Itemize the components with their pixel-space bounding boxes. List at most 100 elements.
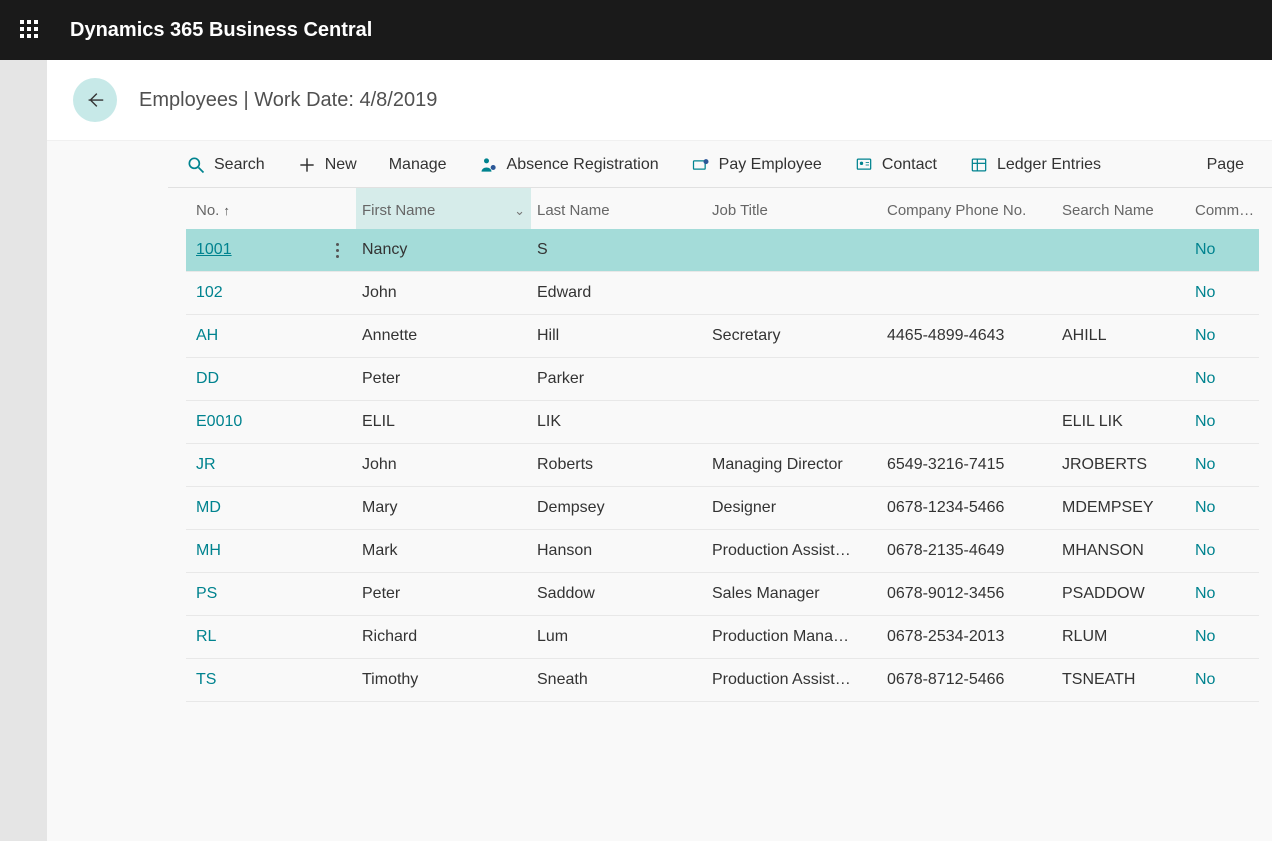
cell-last-name: S [531, 229, 706, 272]
cell-phone: 0678-2534-2013 [881, 616, 1056, 659]
cell-search-name: JROBERTS [1056, 444, 1189, 487]
content-area: Search New Manage Absence Registration P… [47, 140, 1272, 841]
app-launcher-icon[interactable] [20, 20, 40, 40]
pay-button[interactable]: Pay Employee [691, 155, 822, 175]
cell-search-name: AHILL [1056, 315, 1189, 358]
plus-icon [297, 155, 317, 175]
table-row[interactable]: DD PeterParker No [186, 358, 1259, 401]
cell-last-name: Hanson [531, 530, 706, 573]
search-button[interactable]: Search [186, 155, 265, 175]
cell-search-name: TSNEATH [1056, 659, 1189, 702]
cell-phone: 0678-2135-4649 [881, 530, 1056, 573]
employee-link[interactable]: 102 [196, 284, 223, 301]
table-row[interactable]: AHAnnetteHillSecretary4465-4899-4643AHIL… [186, 315, 1259, 358]
cell-phone: 0678-9012-3456 [881, 573, 1056, 616]
cell-phone: 0678-8712-5466 [881, 659, 1056, 702]
cell-comment: No [1189, 444, 1259, 487]
manage-button[interactable]: Manage [389, 156, 447, 174]
col-comment[interactable]: Comm… [1189, 188, 1259, 229]
cell-search-name: RLUM [1056, 616, 1189, 659]
cell-first-name: Mark [356, 530, 531, 573]
table-row[interactable]: E0010ELILLIKELIL LIKNo [186, 401, 1259, 444]
employee-link[interactable]: AH [196, 327, 218, 344]
table-container: No.↑ First Name⌄ Last Name Job Title Com… [186, 188, 1244, 702]
table-row[interactable]: 1001 NancyS No [186, 229, 1259, 272]
back-button[interactable] [73, 78, 117, 122]
col-search-name[interactable]: Search Name [1056, 188, 1189, 229]
col-last-name[interactable]: Last Name [531, 188, 706, 229]
absence-button[interactable]: Absence Registration [479, 155, 659, 175]
table-row[interactable]: 102JohnEdwardNo [186, 272, 1259, 315]
header-row: No.↑ First Name⌄ Last Name Job Title Com… [186, 188, 1259, 229]
cell-first-name: John [356, 444, 531, 487]
table-row[interactable]: TSTimothySneathProduction Assist…0678-87… [186, 659, 1259, 702]
ledger-icon [969, 155, 989, 175]
cell-phone [881, 272, 1056, 315]
cell-first-name: Nancy [356, 229, 531, 272]
cell-phone: 6549-3216-7415 [881, 444, 1056, 487]
cell-no: TS [186, 659, 356, 702]
ledger-button[interactable]: Ledger Entries [969, 155, 1101, 175]
cell-comment: No [1189, 315, 1259, 358]
cell-first-name: Peter [356, 573, 531, 616]
sort-asc-icon: ↑ [223, 203, 230, 218]
cell-no: AH [186, 315, 356, 358]
row-menu-icon[interactable] [328, 238, 346, 262]
col-no[interactable]: No.↑ [186, 188, 356, 229]
table-row[interactable]: MDMaryDempseyDesigner0678-1234-5466MDEMP… [186, 487, 1259, 530]
table-row[interactable]: MHMarkHansonProduction Assist…0678-2135-… [186, 530, 1259, 573]
new-button[interactable]: New [297, 155, 357, 175]
employee-link[interactable]: E0010 [196, 413, 242, 430]
employee-link[interactable]: RL [196, 628, 216, 645]
employees-table: No.↑ First Name⌄ Last Name Job Title Com… [186, 188, 1259, 702]
col-job-title[interactable]: Job Title [706, 188, 881, 229]
contact-button[interactable]: Contact [854, 155, 937, 175]
search-label: Search [214, 156, 265, 174]
employee-link[interactable]: DD [196, 370, 219, 387]
cell-last-name: Lum [531, 616, 706, 659]
page-body: Employees | Work Date: 4/8/2019 Search N… [47, 60, 1272, 841]
employee-link[interactable]: 1001 [196, 241, 232, 258]
cell-job-title: Secretary [706, 315, 881, 358]
page-button[interactable]: Page [1207, 156, 1244, 174]
cell-comment: No [1189, 358, 1259, 401]
ledger-label: Ledger Entries [997, 156, 1101, 174]
cell-last-name: Roberts [531, 444, 706, 487]
cell-job-title [706, 272, 881, 315]
cell-comment: No [1189, 401, 1259, 444]
cell-comment: No [1189, 229, 1259, 272]
top-bar: Dynamics 365 Business Central [0, 0, 1272, 60]
page-header: Employees | Work Date: 4/8/2019 [47, 60, 1272, 140]
cell-comment: No [1189, 616, 1259, 659]
cell-no: E0010 [186, 401, 356, 444]
employee-link[interactable]: PS [196, 585, 217, 602]
cell-first-name: Peter [356, 358, 531, 401]
cell-job-title: Managing Director [706, 444, 881, 487]
employee-link[interactable]: MD [196, 499, 221, 516]
cell-last-name: Hill [531, 315, 706, 358]
cell-first-name: Annette [356, 315, 531, 358]
cell-no: JR [186, 444, 356, 487]
cell-no: 102 [186, 272, 356, 315]
cell-search-name: MDEMPSEY [1056, 487, 1189, 530]
page-title: Employees | Work Date: 4/8/2019 [139, 89, 437, 112]
cell-job-title [706, 229, 881, 272]
col-first-name[interactable]: First Name⌄ [356, 188, 531, 229]
cell-job-title [706, 358, 881, 401]
cell-first-name: ELIL [356, 401, 531, 444]
cell-comment: No [1189, 573, 1259, 616]
page-label: Page [1207, 156, 1244, 174]
employee-link[interactable]: MH [196, 542, 221, 559]
employee-link[interactable]: TS [196, 671, 216, 688]
cell-search-name [1056, 229, 1189, 272]
employee-link[interactable]: JR [196, 456, 216, 473]
cell-comment: No [1189, 272, 1259, 315]
cell-last-name: Parker [531, 358, 706, 401]
cell-first-name: Timothy [356, 659, 531, 702]
cell-no: PS [186, 573, 356, 616]
table-row[interactable]: RLRichardLumProduction Mana…0678-2534-20… [186, 616, 1259, 659]
table-row[interactable]: JR JohnRobertsManaging Director6549-3216-… [186, 444, 1259, 487]
col-phone[interactable]: Company Phone No. [881, 188, 1056, 229]
cell-search-name [1056, 358, 1189, 401]
table-row[interactable]: PSPeterSaddowSales Manager0678-9012-3456… [186, 573, 1259, 616]
